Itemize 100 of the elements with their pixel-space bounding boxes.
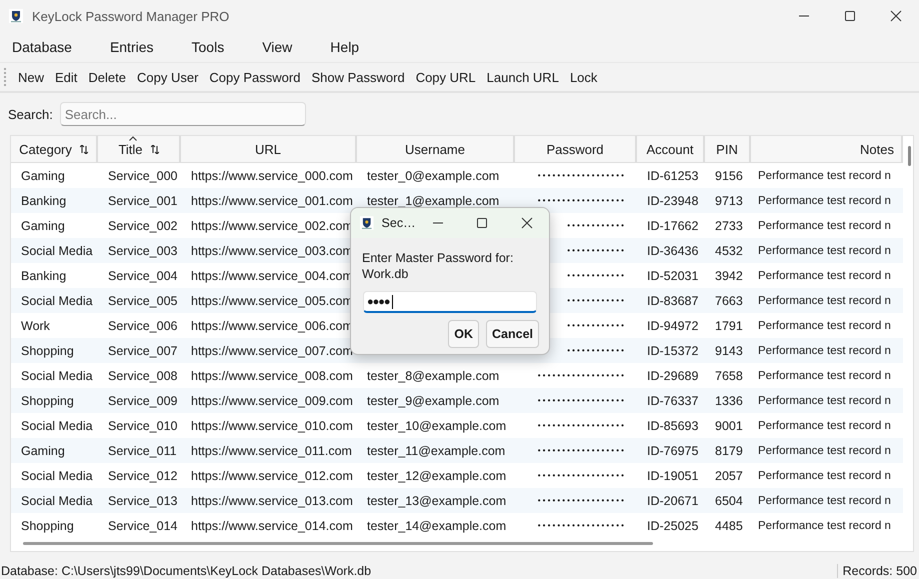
category-cell: Social Media [21,244,93,258]
title-cell: Service_011 [108,444,177,458]
pin-cell: 6504 [715,494,743,508]
category-cell: Social Media [21,368,93,382]
pin-cell: 4532 [715,244,743,258]
notes-cell: Performance test record n [758,368,891,382]
pin-cell: 9001 [715,418,743,432]
column-header[interactable]: Account [637,136,705,163]
toolbar-button[interactable]: Show Password [306,68,410,86]
sort-icon[interactable] [80,144,88,154]
notes-cell: Performance test record n [758,318,891,332]
password-cell: •••••••••••••••••• [538,170,626,180]
window-title: KeyLock Password Manager PRO [32,8,230,24]
maximize-icon[interactable] [476,217,488,229]
password-cell: •••••••••••• [567,220,626,230]
dialog-button[interactable]: Cancel [486,320,539,348]
search-label: Search: [8,106,53,122]
category-cell: Shopping [21,344,74,358]
toolbar-button[interactable]: Launch URL [482,68,564,86]
username-cell: tester_14@example.com [367,518,506,532]
toolbar-button[interactable]: Copy URL [410,68,481,86]
password-cell: •••••••••••••••••• [538,446,626,456]
pin-cell: 9143 [715,344,743,358]
sort-icon[interactable] [150,144,159,154]
title-cell: Service_004 [108,268,178,282]
column-header[interactable]: URL [181,136,357,163]
close-icon[interactable] [890,10,902,22]
password-cell: •••••••••••• [567,320,626,330]
password-cell: •••••••••••••••••• [538,396,626,406]
category-cell: Gaming [21,444,65,458]
notes-cell: Performance test record n [758,244,891,258]
pin-cell: 3942 [715,268,743,282]
notes-cell: Performance test record n [758,218,891,232]
menu-item[interactable]: Database [2,35,82,59]
url-cell: https://www.service_013.com [191,494,353,508]
account-cell: ID-17662 [647,218,698,232]
url-cell: https://www.service_009.com [191,394,353,408]
password-cell: •••••••••••••••••• [538,370,626,380]
notes-cell: Performance test record n [758,294,891,308]
toolbar-button[interactable]: Copy User [132,68,204,86]
toolbar-button[interactable]: New [13,68,50,86]
column-header[interactable]: Notes [751,136,903,163]
account-cell: ID-20671 [647,494,698,508]
toolbar-button[interactable]: Lock [564,68,602,86]
horizontal-scrollbar[interactable] [23,542,653,545]
password-cell: •••••••••••••••••• [538,196,626,206]
menu-item[interactable]: View [252,35,302,59]
record-count: Records: 500 [836,564,919,578]
toolbar-button[interactable]: Delete [83,68,131,86]
category-cell: Social Media [21,494,93,508]
column-header[interactable]: Username [357,136,515,163]
dialog-message: Enter Master Password for: Work.db [362,250,514,282]
notes-cell: Performance test record n [758,418,891,432]
username-cell: tester_9@example.com [367,394,500,408]
column-header[interactable]: Password [515,136,637,163]
database-path: Database: C:\Users\jts99\Documents\KeyLock Databases\Work.db [0,564,372,578]
password-cell: •••••••••••• [567,246,626,256]
title-cell: Service_007 [108,344,178,358]
account-cell: ID-52031 [647,268,698,282]
notes-cell: Performance test record n [758,518,891,532]
url-cell: https://www.service_005.com [191,294,353,308]
title-cell: Service_000 [108,168,178,182]
close-icon[interactable] [520,217,533,229]
toolbar-button[interactable]: Edit [50,68,82,86]
dialog-title: Sec… [382,216,416,230]
url-cell: https://www.service_004.com [191,268,353,282]
shield-logo-icon [9,9,23,23]
search-field[interactable]: Search... [60,102,306,126]
notes-cell: Performance test record n [758,344,891,358]
password-field[interactable]: ●●●● [363,291,537,313]
category-cell: Shopping [21,394,74,408]
pin-cell: 1791 [715,318,743,332]
notes-cell: Performance test record n [758,194,891,208]
maximize-icon[interactable] [844,10,856,22]
menu-item[interactable]: Entries [100,35,164,59]
account-cell: ID-83687 [647,294,698,308]
url-cell: https://www.service_014.com [191,518,353,532]
password-cell: •••••••••••••••••• [538,496,626,506]
url-cell: https://www.service_008.com [191,368,353,382]
column-header[interactable]: Title [98,136,181,163]
account-cell: ID-29689 [647,368,698,382]
pin-cell: 2733 [715,218,743,232]
url-cell: https://www.service_012.com [191,468,353,482]
notes-cell: Performance test record n [758,468,891,482]
password-cell: •••••••••••• [567,346,626,356]
category-cell: Gaming [21,218,65,232]
account-cell: ID-85693 [647,418,698,432]
notes-cell: Performance test record n [758,494,891,508]
username-cell: tester_12@example.com [367,468,506,482]
column-header[interactable]: Category [11,136,98,163]
url-cell: https://www.service_000.com [191,168,353,182]
url-cell: https://www.service_011.com [191,444,352,458]
menu-item[interactable]: Tools [182,35,234,59]
dialog-button[interactable]: OK [448,320,479,348]
url-cell: https://www.service_010.com [191,418,353,432]
menu-item[interactable]: Help [320,35,370,59]
toolbar-button[interactable]: Copy Password [204,68,306,86]
category-cell: Social Media [21,294,93,308]
column-header[interactable]: PIN [705,136,751,163]
pin-cell: 7663 [715,294,743,308]
